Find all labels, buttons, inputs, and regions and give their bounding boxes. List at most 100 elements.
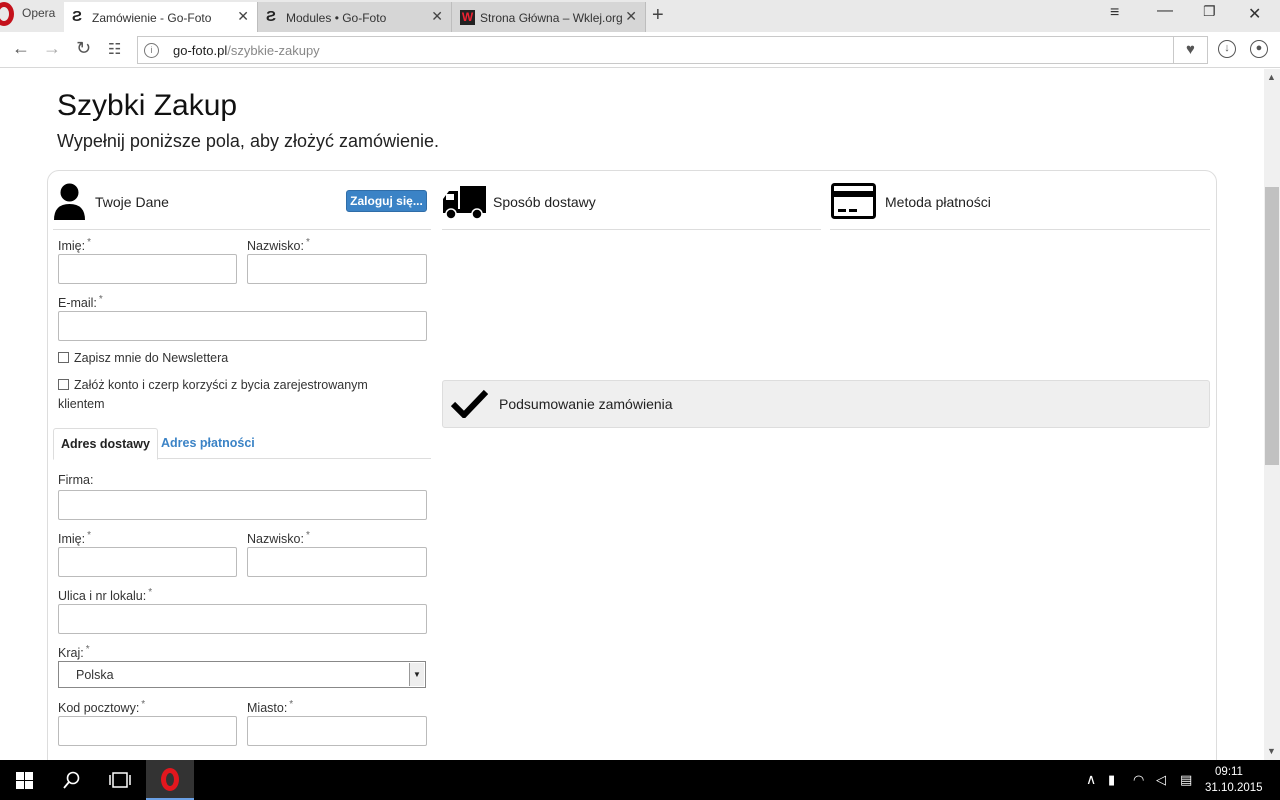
- street-label-text: Ulica i nr lokalu:: [58, 589, 147, 604]
- browser-tab-modules[interactable]: Ƨ Modules • Go-Foto ✕: [258, 2, 452, 32]
- browser-tab-wklej[interactable]: W Strona Główna – Wklej.org ✕: [452, 2, 646, 32]
- page-viewport: Szybki Zakup Wypełnij poniższe pola, aby…: [0, 69, 1264, 760]
- shipping-first-name-input[interactable]: [58, 547, 237, 577]
- city-label: Miasto: *: [247, 699, 293, 715]
- minimize-icon[interactable]: —: [1157, 2, 1173, 20]
- required-mark: *: [305, 530, 310, 541]
- download-icon[interactable]: ↓: [1218, 40, 1236, 58]
- account-icon[interactable]: ●: [1250, 40, 1268, 58]
- page-subtitle: Wypełnij poniższe pola, aby złożyć zamów…: [57, 131, 440, 151]
- login-button[interactable]: Zaloguj się...: [346, 190, 427, 212]
- wklej-icon: W: [460, 10, 475, 25]
- battery-icon[interactable]: ▮: [1108, 772, 1115, 788]
- close-tab-icon[interactable]: ✕: [431, 8, 443, 25]
- task-view-icon: [109, 772, 131, 788]
- tab-billing-address[interactable]: Adres płatności: [154, 428, 262, 459]
- browser-tab-bar: Opera Ƨ Zamówienie - Go-Foto ✕ Ƨ Modules…: [0, 0, 1280, 32]
- address-tabs: Adres dostawy Adres płatności: [53, 428, 431, 460]
- first-name-input[interactable]: [58, 254, 237, 284]
- opera-logo-icon: [0, 2, 14, 26]
- search-icon: [63, 771, 80, 789]
- shipping-last-name-input[interactable]: [247, 547, 427, 577]
- street-input[interactable]: [58, 604, 427, 634]
- tab-title: Modules • Go-Foto: [286, 11, 387, 25]
- payment-section-header: Metoda płatności: [830, 182, 1210, 230]
- tab-title: Strona Główna – Wklej.org: [480, 11, 623, 25]
- scroll-up-icon[interactable]: ▲: [1267, 72, 1276, 82]
- back-arrow-icon[interactable]: ←: [12, 38, 30, 59]
- taskbar-clock[interactable]: 09:11 31.10.2015: [1205, 764, 1263, 796]
- window-close-icon[interactable]: ✕: [1248, 4, 1261, 24]
- first-name-label: Imię: *: [58, 237, 91, 253]
- country-selected-value: Polska: [76, 668, 114, 682]
- email-input[interactable]: [58, 311, 427, 341]
- country-label-text: Kraj:: [58, 646, 84, 661]
- start-button[interactable]: [0, 760, 48, 800]
- delivery-heading: Sposób dostawy: [493, 194, 596, 210]
- shipping-first-name-label-text: Imię:: [58, 532, 86, 547]
- city-input[interactable]: [247, 716, 427, 746]
- email-label-text: E-mail:: [58, 296, 97, 311]
- credit-card-icon: [831, 183, 876, 219]
- tab-menu-icon[interactable]: ≡: [1110, 4, 1119, 22]
- required-mark: *: [85, 644, 90, 655]
- create-account-checkbox-row[interactable]: Załóż konto i czerp korzyści z bycia zar…: [58, 376, 408, 414]
- checkmark-icon: [451, 389, 488, 418]
- search-button[interactable]: [48, 760, 96, 800]
- site-info-icon[interactable]: i: [144, 43, 159, 58]
- scroll-down-icon[interactable]: ▼: [1267, 746, 1276, 756]
- browser-tab-zamowienie[interactable]: Ƨ Zamówienie - Go-Foto ✕: [64, 2, 258, 32]
- new-tab-icon[interactable]: +: [652, 4, 664, 27]
- company-label: Firma:: [58, 473, 94, 487]
- taskbar-opera-button[interactable]: [146, 760, 194, 800]
- newsletter-checkbox[interactable]: [58, 352, 69, 363]
- page-scrollbar[interactable]: ▲ ▼: [1264, 69, 1280, 760]
- bookmark-heart-icon[interactable]: ♥: [1174, 36, 1208, 64]
- windows-taskbar: ∧ ▮ ◠ ◁ ▤ 09:11 31.10.2015: [0, 760, 1280, 800]
- task-view-button[interactable]: [96, 760, 144, 800]
- volume-icon[interactable]: ◁: [1156, 772, 1166, 788]
- restore-icon[interactable]: ❐: [1203, 3, 1216, 20]
- required-mark: *: [87, 530, 91, 541]
- clock-date: 31.10.2015: [1205, 782, 1263, 794]
- opera-menu-label: Opera: [22, 6, 56, 20]
- windows-logo-icon: [16, 772, 33, 789]
- reload-icon[interactable]: ↻: [76, 38, 91, 59]
- order-summary-bar[interactable]: Podsumowanie zamówienia: [442, 380, 1210, 428]
- company-input[interactable]: [58, 490, 427, 520]
- address-toolbar: ← → ↻ ☷ i go-foto.pl/szybkie-zakupy ♥ ↓ …: [0, 32, 1280, 68]
- speed-dial-grid-icon[interactable]: ☷: [108, 40, 121, 58]
- required-mark: *: [305, 237, 310, 248]
- wifi-icon[interactable]: ◠: [1133, 772, 1144, 788]
- forward-arrow-icon[interactable]: →: [43, 38, 61, 59]
- close-tab-icon[interactable]: ✕: [625, 8, 637, 25]
- go-foto-icon: Ƨ: [266, 8, 277, 25]
- city-label-text: Miasto:: [247, 701, 288, 716]
- last-name-label-text: Nazwisko:: [247, 239, 304, 254]
- chevron-down-icon[interactable]: ▼: [409, 663, 424, 686]
- delivery-section-header: Sposób dostawy: [442, 182, 821, 230]
- notifications-icon[interactable]: ▤: [1180, 772, 1192, 788]
- newsletter-checkbox-row[interactable]: Zapisz mnie do Newslettera: [58, 349, 428, 368]
- clock-time: 09:11: [1215, 766, 1243, 778]
- street-label: Ulica i nr lokalu: *: [58, 587, 152, 603]
- country-label: Kraj: *: [58, 644, 90, 660]
- required-mark: *: [87, 237, 91, 248]
- scrollbar-thumb[interactable]: [1265, 187, 1279, 465]
- shipping-last-name-label-text: Nazwisko:: [247, 532, 304, 547]
- tab-shipping-address[interactable]: Adres dostawy: [53, 428, 158, 460]
- opera-logo-icon: [161, 768, 179, 791]
- summary-heading: Podsumowanie zamówienia: [499, 396, 673, 412]
- postcode-input[interactable]: [58, 716, 237, 746]
- opera-menu-button[interactable]: Opera: [0, 0, 62, 32]
- postcode-label: Kod pocztowy: *: [58, 699, 145, 715]
- close-tab-icon[interactable]: ✕: [237, 8, 249, 25]
- last-name-input[interactable]: [247, 254, 427, 284]
- chevron-up-icon[interactable]: ∧: [1086, 771, 1096, 788]
- url-text: go-foto.pl/szybkie-zakupy: [173, 43, 320, 58]
- url-field[interactable]: i go-foto.pl/szybkie-zakupy: [137, 36, 1174, 64]
- create-account-checkbox[interactable]: [58, 379, 69, 390]
- required-mark: *: [148, 587, 153, 598]
- url-host: go-foto.pl: [173, 43, 228, 58]
- country-select[interactable]: Polska ▼: [58, 661, 426, 688]
